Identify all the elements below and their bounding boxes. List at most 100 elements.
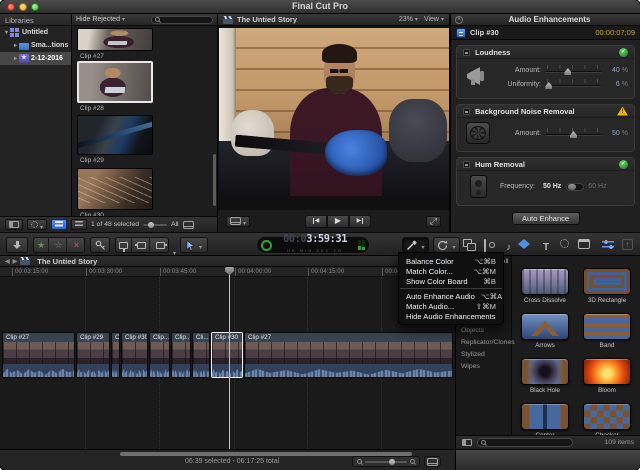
themes-browser-button[interactable] bbox=[578, 239, 590, 249]
transition-category[interactable]: Objects bbox=[461, 327, 484, 334]
enhancements-button[interactable] bbox=[402, 237, 429, 253]
transition-category[interactable]: Replicator/Clones bbox=[461, 339, 515, 346]
disclosure-triangle-icon[interactable]: ▾ bbox=[3, 29, 10, 36]
disclosure-triangle-icon[interactable]: ▸ bbox=[12, 42, 19, 49]
share-button[interactable] bbox=[622, 239, 633, 250]
timeline-clip[interactable]: Cli... bbox=[192, 332, 210, 378]
browser-clip[interactable]: Clip #30 bbox=[77, 168, 155, 219]
menu-item[interactable]: Hide Audio Enhancements bbox=[399, 311, 503, 321]
transition-item[interactable]: 3D Rectangle bbox=[579, 268, 635, 313]
transition-thumbnail[interactable] bbox=[521, 268, 569, 295]
timeline-clip[interactable]: Clip... bbox=[171, 332, 191, 378]
connect-edit-button[interactable] bbox=[116, 238, 133, 252]
unrate-button[interactable]: ☆ bbox=[51, 238, 67, 252]
keyword-editor-button[interactable] bbox=[90, 237, 110, 253]
transition-category[interactable]: Stylized bbox=[461, 351, 485, 358]
clip-appearance-icon[interactable] bbox=[182, 220, 194, 229]
playhead[interactable] bbox=[229, 267, 230, 449]
audio-meters[interactable] bbox=[358, 240, 365, 250]
menu-item[interactable]: Match Audio... ⇧⌘M bbox=[399, 301, 503, 311]
transition-item[interactable]: Arrows bbox=[517, 313, 573, 358]
transition-thumbnail[interactable] bbox=[583, 358, 631, 385]
clip-appearance-button[interactable] bbox=[424, 456, 441, 467]
viewer-video[interactable] bbox=[219, 28, 449, 196]
timeline-clip[interactable]: Clip #27 bbox=[244, 332, 453, 378]
timeline-clip[interactable]: Clip #30 bbox=[211, 332, 243, 378]
view-dropdown[interactable]: View bbox=[424, 16, 444, 23]
loudness-enable-checkbox[interactable] bbox=[463, 48, 470, 56]
music-browser-button[interactable] bbox=[506, 237, 511, 255]
append-edit-button[interactable] bbox=[152, 238, 168, 252]
zoom-out-icon[interactable] bbox=[357, 459, 362, 464]
frequency-toggle[interactable] bbox=[566, 182, 585, 191]
transitions-search-input[interactable] bbox=[477, 438, 573, 447]
fullscreen-button[interactable]: ⤢ bbox=[425, 215, 441, 227]
timeline-clip[interactable]: Clip #30 bbox=[121, 332, 148, 378]
browser-clip[interactable]: Clip #29 bbox=[77, 115, 155, 164]
titles-browser-button[interactable] bbox=[543, 237, 549, 255]
menu-item[interactable]: Match Color... ⌥⌘M bbox=[399, 266, 503, 276]
filmstrip-view-button[interactable] bbox=[51, 219, 68, 230]
uniformity-value[interactable]: 6 bbox=[616, 81, 620, 88]
transition-item[interactable]: Cross Dissolve bbox=[517, 268, 573, 313]
transition-thumbnail[interactable] bbox=[583, 268, 631, 295]
clip-thumbnail[interactable] bbox=[77, 168, 153, 210]
zoom-slider[interactable] bbox=[365, 458, 407, 465]
toggle-sidebar-button[interactable] bbox=[5, 219, 23, 230]
duration-slider[interactable] bbox=[143, 221, 168, 228]
transition-item[interactable]: Band bbox=[579, 313, 635, 358]
noise-amount-slider[interactable] bbox=[545, 128, 601, 138]
list-view-button[interactable] bbox=[71, 219, 88, 230]
transition-item[interactable]: Bloom bbox=[579, 358, 635, 403]
uniformity-slider[interactable] bbox=[545, 79, 601, 89]
transition-thumbnail[interactable] bbox=[583, 313, 631, 340]
transition-thumbnail[interactable] bbox=[583, 403, 631, 430]
insert-edit-button[interactable] bbox=[134, 238, 151, 252]
browser-settings-button[interactable] bbox=[27, 219, 48, 230]
viewer-options-button[interactable] bbox=[226, 215, 251, 227]
menu-item[interactable]: Balance Color ⌥⌘B bbox=[399, 256, 503, 266]
zoom-level-dropdown[interactable]: 23% bbox=[399, 16, 418, 23]
timeline-body[interactable]: Clip #27 Clip #29 C... bbox=[0, 277, 455, 449]
next-frame-button[interactable]: ▶ bbox=[348, 214, 371, 228]
favorite-button[interactable]: ★ bbox=[34, 238, 50, 252]
menu-item[interactable]: Show Color Board ⌘B bbox=[399, 276, 503, 286]
library-tree-item[interactable]: ▸ 2-12-2016 bbox=[0, 52, 71, 65]
timeline-back-button[interactable]: ◀ bbox=[5, 258, 10, 265]
browser-scrollbar[interactable] bbox=[213, 154, 216, 206]
timeline-clip[interactable]: C... bbox=[111, 332, 120, 378]
transition-category[interactable]: Wipes bbox=[461, 363, 480, 370]
amount-slider[interactable] bbox=[545, 65, 601, 75]
amount-value[interactable]: 40 bbox=[612, 67, 620, 74]
clip-thumbnail[interactable] bbox=[77, 28, 153, 51]
generators-browser-button[interactable] bbox=[560, 239, 569, 248]
background-tasks-gauge[interactable] bbox=[261, 239, 272, 251]
previous-frame-button[interactable]: ◀ bbox=[304, 214, 327, 228]
browser-clip[interactable]: Clip #28 bbox=[77, 61, 155, 112]
filter-dropdown[interactable]: Hide Rejected bbox=[76, 16, 125, 23]
menu-item[interactable]: Auto Enhance Audio ⌥⌘A bbox=[399, 291, 503, 301]
toggle-categories-icon[interactable] bbox=[462, 439, 472, 446]
close-icon[interactable]: × bbox=[455, 15, 463, 24]
play-button[interactable]: ▶ bbox=[326, 214, 349, 228]
auto-enhance-button[interactable]: Auto Enhance bbox=[511, 212, 580, 225]
noise-enable-checkbox[interactable] bbox=[463, 107, 470, 115]
timeline-clip[interactable]: Clip #27 bbox=[2, 332, 75, 378]
noise-amount-value[interactable]: 50 bbox=[612, 130, 620, 137]
dashboard[interactable]: 00:03:59:31 HR MIN SEC FR bbox=[256, 234, 370, 254]
freq-60-option[interactable]: 60 Hz bbox=[588, 183, 606, 190]
retime-button[interactable] bbox=[433, 237, 460, 253]
library-tree-item[interactable]: ▾ Untitled bbox=[0, 26, 71, 39]
freq-50-option[interactable]: 50 Hz bbox=[543, 183, 561, 190]
clip-thumbnail[interactable] bbox=[77, 115, 153, 155]
transition-thumbnail[interactable] bbox=[521, 313, 569, 340]
inspector-toggle-button[interactable] bbox=[602, 239, 614, 249]
timeline-clip[interactable]: Clip... bbox=[149, 332, 170, 378]
timeline-forward-button[interactable]: ▶ bbox=[13, 258, 18, 265]
select-tool-button[interactable] bbox=[180, 237, 208, 253]
hum-enable-checkbox[interactable] bbox=[463, 160, 470, 168]
transition-item[interactable]: Black Hole bbox=[517, 358, 573, 403]
timeline-zoom-control[interactable] bbox=[352, 456, 420, 467]
timeline-clip[interactable]: Clip #29 bbox=[76, 332, 110, 378]
browser-search-input[interactable] bbox=[151, 15, 213, 24]
